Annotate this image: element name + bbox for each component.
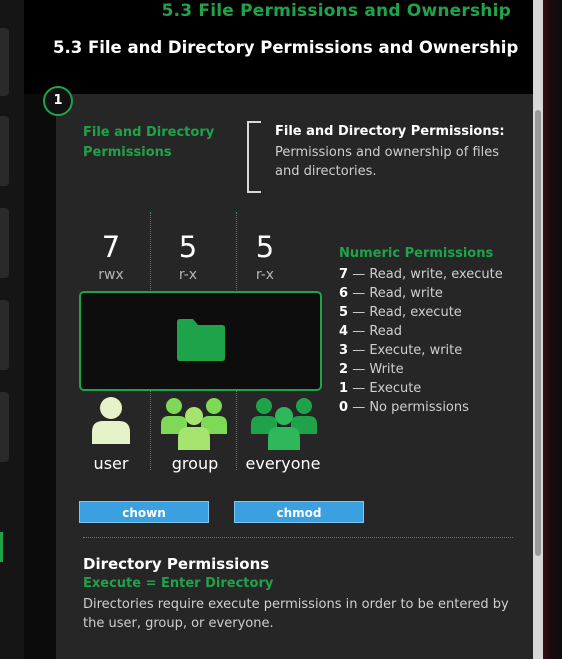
chown-button[interactable]: chown	[79, 501, 209, 523]
directory-permissions-subtitle: Execute = Enter Directory	[83, 576, 274, 591]
step-badge: 1	[43, 86, 73, 116]
who-label-group: group	[171, 454, 219, 473]
file-box	[79, 291, 322, 391]
permission-digit: 7	[101, 230, 121, 264]
group-icon	[161, 398, 227, 450]
section-title: 5.3 File and Directory Permissions and O…	[53, 38, 519, 57]
bracket-divider	[247, 121, 261, 193]
list-item: 6 — Read, write	[339, 286, 443, 301]
section-header: 5.3 File and Directory Permissions and O…	[24, 22, 533, 94]
permission-rwx: rwx	[98, 267, 124, 283]
list-item: 3 — Execute, write	[339, 343, 463, 358]
directory-permissions-body: Directories require execute permissions …	[83, 597, 509, 631]
sidebar-card[interactable]	[0, 116, 9, 186]
top-bar: 5.3 File Permissions and Ownership	[24, 0, 533, 22]
sidebar-card[interactable]	[0, 300, 9, 370]
definition-body: Permissions and ownership of files and d…	[275, 145, 500, 179]
window-edge	[543, 0, 562, 659]
list-item: 2 — Write	[339, 362, 404, 377]
list-item: 1 — Execute	[339, 381, 422, 396]
sidebar-active-indicator	[0, 532, 3, 562]
permission-digit: 5	[255, 230, 275, 264]
divider-line	[236, 212, 237, 290]
scrollbar-thumb[interactable]	[535, 110, 541, 556]
sidebar-card[interactable]	[0, 208, 9, 278]
top-title: 5.3 File Permissions and Ownership	[161, 1, 511, 21]
permission-rwx: r-x	[255, 267, 275, 283]
permission-digit: 5	[178, 230, 198, 264]
permission-rwx: r-x	[178, 267, 198, 283]
divider-line	[150, 212, 151, 290]
user-icon	[92, 397, 130, 444]
definition-title: File and Directory Permissions:	[275, 124, 505, 139]
chmod-button[interactable]: chmod	[234, 501, 364, 523]
list-item: 5 — Read, execute	[339, 305, 462, 320]
numeric-permissions-list: 7 — Read, write, execute 6 — Read, write…	[339, 265, 503, 417]
list-item: 7 — Read, write, execute	[339, 267, 503, 282]
sidebar-card[interactable]	[0, 392, 9, 462]
directory-permissions-title: Directory Permissions	[83, 555, 270, 573]
who-label-everyone: everyone	[245, 454, 321, 473]
permissions-label: File and Directory Permissions	[83, 125, 215, 160]
section-divider	[83, 537, 513, 538]
sidebar-card[interactable]	[0, 28, 9, 96]
list-item: 0 — No permissions	[339, 400, 469, 415]
folder-icon	[177, 319, 225, 361]
who-label-user: user	[93, 454, 129, 473]
everyone-icon	[251, 398, 317, 450]
list-item: 4 — Read	[339, 324, 402, 339]
numeric-permissions-title: Numeric Permissions	[339, 246, 494, 261]
